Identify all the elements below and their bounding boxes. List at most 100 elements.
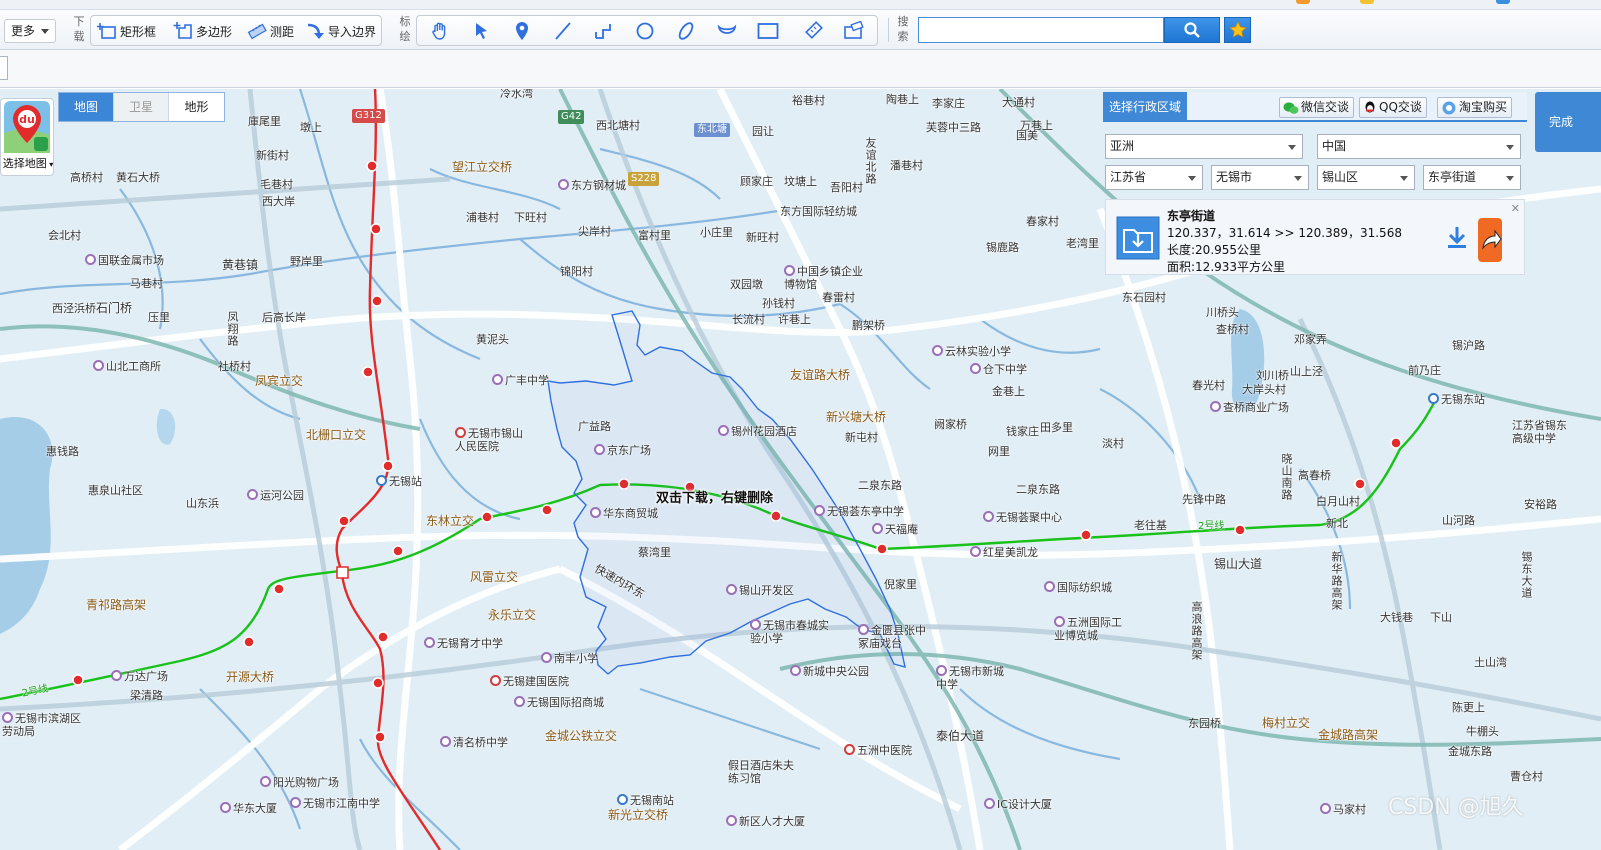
map-label-road: 泰伯大道 <box>936 729 985 743</box>
map-label-road: 友谊北路 <box>864 137 877 185</box>
taobao-buy-button[interactable]: 淘宝购买 <box>1437 97 1513 118</box>
map-label: 新街村 <box>256 149 289 162</box>
map-type-terrain-tab[interactable]: 地形 <box>169 93 224 121</box>
map-label: 大通村 <box>1002 96 1035 109</box>
map-label: 川桥头 <box>1206 306 1239 319</box>
top-yellow-icon[interactable] <box>1360 0 1374 4</box>
rectangle-select-icon <box>97 23 116 39</box>
choose-map-button[interactable]: du 选择地图 ▾ <box>0 98 54 176</box>
map-poi: 广丰中学 <box>492 374 549 387</box>
map-poi: 京东广场 <box>594 444 651 457</box>
map-label: 白月山村 <box>1316 495 1360 508</box>
map-label: 蔡湾里 <box>638 546 671 559</box>
map-poi: 无锡市滨湖区劳动局 <box>2 712 81 738</box>
map-label: 黄石大桥 <box>116 171 160 184</box>
map-label: 倪家里 <box>884 578 917 591</box>
map-label-road: 惠钱路 <box>46 445 79 458</box>
measure-tool-button[interactable] <box>841 19 867 43</box>
map-label: 冷水湾 <box>500 89 533 100</box>
map-label: 东石园村 <box>1122 291 1166 304</box>
main-toolbar: 更多 下载 矩形框 多边形 测距 导入边界 标绘 搜索 <box>0 10 1601 50</box>
import-boundary-button[interactable]: 导入边界 <box>305 19 376 43</box>
map-label: 东方国际轻纺城 <box>780 205 857 218</box>
map-label: 社桥村 <box>218 360 251 373</box>
close-icon[interactable]: ✕ <box>1511 202 1520 215</box>
sector-icon <box>717 24 737 34</box>
region-coords: 120.337，31.614 >> 120.389，31.568 <box>1167 226 1402 240</box>
map-canvas[interactable]: G312 G42 S228 东北塘 冷水湾 裕巷村 陶巷上 李家庄 大通村 庫尾… <box>0 89 1601 850</box>
map-label: 石门桥 <box>96 301 133 315</box>
panel-toggle-tab[interactable] <box>0 56 8 80</box>
download-icon[interactable] <box>1446 226 1468 250</box>
wechat-chat-button[interactable]: 微信交谈 <box>1279 97 1355 118</box>
more-dropdown[interactable]: 更多 <box>4 19 56 43</box>
rectangle-tool-button[interactable] <box>755 19 781 43</box>
qq-icon <box>1365 101 1375 112</box>
select-tool-button[interactable] <box>468 19 494 43</box>
map-label: 刘川桥 <box>1256 369 1289 382</box>
map-poi: 五洲中医院 <box>844 744 912 757</box>
map-poi: 查桥商业广场 <box>1210 401 1289 414</box>
pan-tool-button[interactable] <box>427 19 453 43</box>
search-input[interactable] <box>919 18 1163 42</box>
finish-button[interactable]: 完成 <box>1535 92 1601 152</box>
favorite-button[interactable] <box>1224 17 1251 43</box>
search-button[interactable] <box>1164 17 1220 43</box>
street-select[interactable]: 东亭街道 <box>1423 165 1521 190</box>
mark-group-label: 标绘 <box>399 15 411 43</box>
map-label: 双园墩 <box>730 278 763 291</box>
map-poi: 万达广场 <box>111 670 168 683</box>
map-label-interchange: 望江立交桥 <box>452 160 513 174</box>
map-label: 庫尾里 <box>248 115 281 128</box>
map-type-satellite-tab[interactable]: 卫星 <box>114 93 169 121</box>
map-label: 春家村 <box>1026 215 1059 228</box>
map-poi: 南丰小学 <box>541 652 598 665</box>
map-label: 陈更上 <box>1452 701 1485 714</box>
map-label-road: 金城东路 <box>1448 745 1492 758</box>
map-type-map-tab[interactable]: 地图 <box>59 93 114 121</box>
map-label: 下旺村 <box>514 211 547 224</box>
city-select[interactable]: 无锡市 <box>1211 165 1309 190</box>
ellipse-tool-button[interactable] <box>673 19 699 43</box>
marker-tool-button[interactable] <box>509 19 535 43</box>
district-select[interactable]: 锡山区 <box>1317 165 1415 190</box>
map-label-interchange: 新光立交桥 <box>608 808 669 822</box>
line-icon <box>555 22 571 40</box>
sector-tool-button[interactable] <box>714 19 740 43</box>
pointer-icon <box>476 23 487 39</box>
measure-area-button[interactable] <box>801 19 827 43</box>
line-tool-button[interactable] <box>550 19 576 43</box>
map-label: 新北 <box>1326 517 1348 530</box>
map-label: 土山湾 <box>1474 656 1507 669</box>
circle-tool-button[interactable] <box>632 19 658 43</box>
admin-region-panel: 选择行政区域 微信交谈 QQ交谈 淘宝购买 亚洲 中国 江苏省 无锡市 锡山区 <box>1103 92 1527 277</box>
map-label: 江苏省锡东高级中学 <box>1512 419 1567 445</box>
map-label: 浦巷村 <box>466 211 499 224</box>
map-poi: 天福庵 <box>872 523 918 536</box>
map-label: 钱家庄 <box>1006 425 1039 438</box>
polyline-tool-button[interactable] <box>591 19 617 43</box>
map-label: 锦阳村 <box>560 265 593 278</box>
polygon-select-button[interactable]: 多边形 <box>173 19 232 43</box>
continent-select[interactable]: 亚洲 <box>1105 134 1303 159</box>
province-select[interactable]: 江苏省 <box>1105 165 1203 190</box>
qq-label: QQ交谈 <box>1379 100 1422 114</box>
map-label-interchange: 东林立交 <box>426 514 475 528</box>
top-blue-icon[interactable] <box>1496 0 1510 4</box>
map-label-interchange: 北栅口立交 <box>306 428 367 442</box>
map-label: 山东浜 <box>186 497 219 510</box>
share-button[interactable] <box>1478 218 1502 262</box>
map-label-interchange: 金城路高架 <box>1318 728 1379 742</box>
measure-button[interactable]: 测距 <box>247 19 294 43</box>
taobao-icon <box>1442 101 1456 114</box>
country-select[interactable]: 中国 <box>1317 134 1521 159</box>
secondary-toolbar <box>0 50 1601 88</box>
map-label-bridge: 友谊路大桥 <box>790 368 851 382</box>
map-label-bridge: 新兴塘大桥 <box>826 410 887 424</box>
top-orange-icon[interactable] <box>1296 0 1310 4</box>
map-label: 假日酒店朱夫练习馆 <box>728 759 794 785</box>
rect-select-button[interactable]: 矩形框 <box>97 19 156 43</box>
region-result-card[interactable]: 东亭街道 120.337，31.614 >> 120.389，31.568 长度… <box>1105 199 1525 275</box>
rect-select-label: 矩形框 <box>120 24 157 39</box>
qq-chat-button[interactable]: QQ交谈 <box>1359 97 1427 118</box>
